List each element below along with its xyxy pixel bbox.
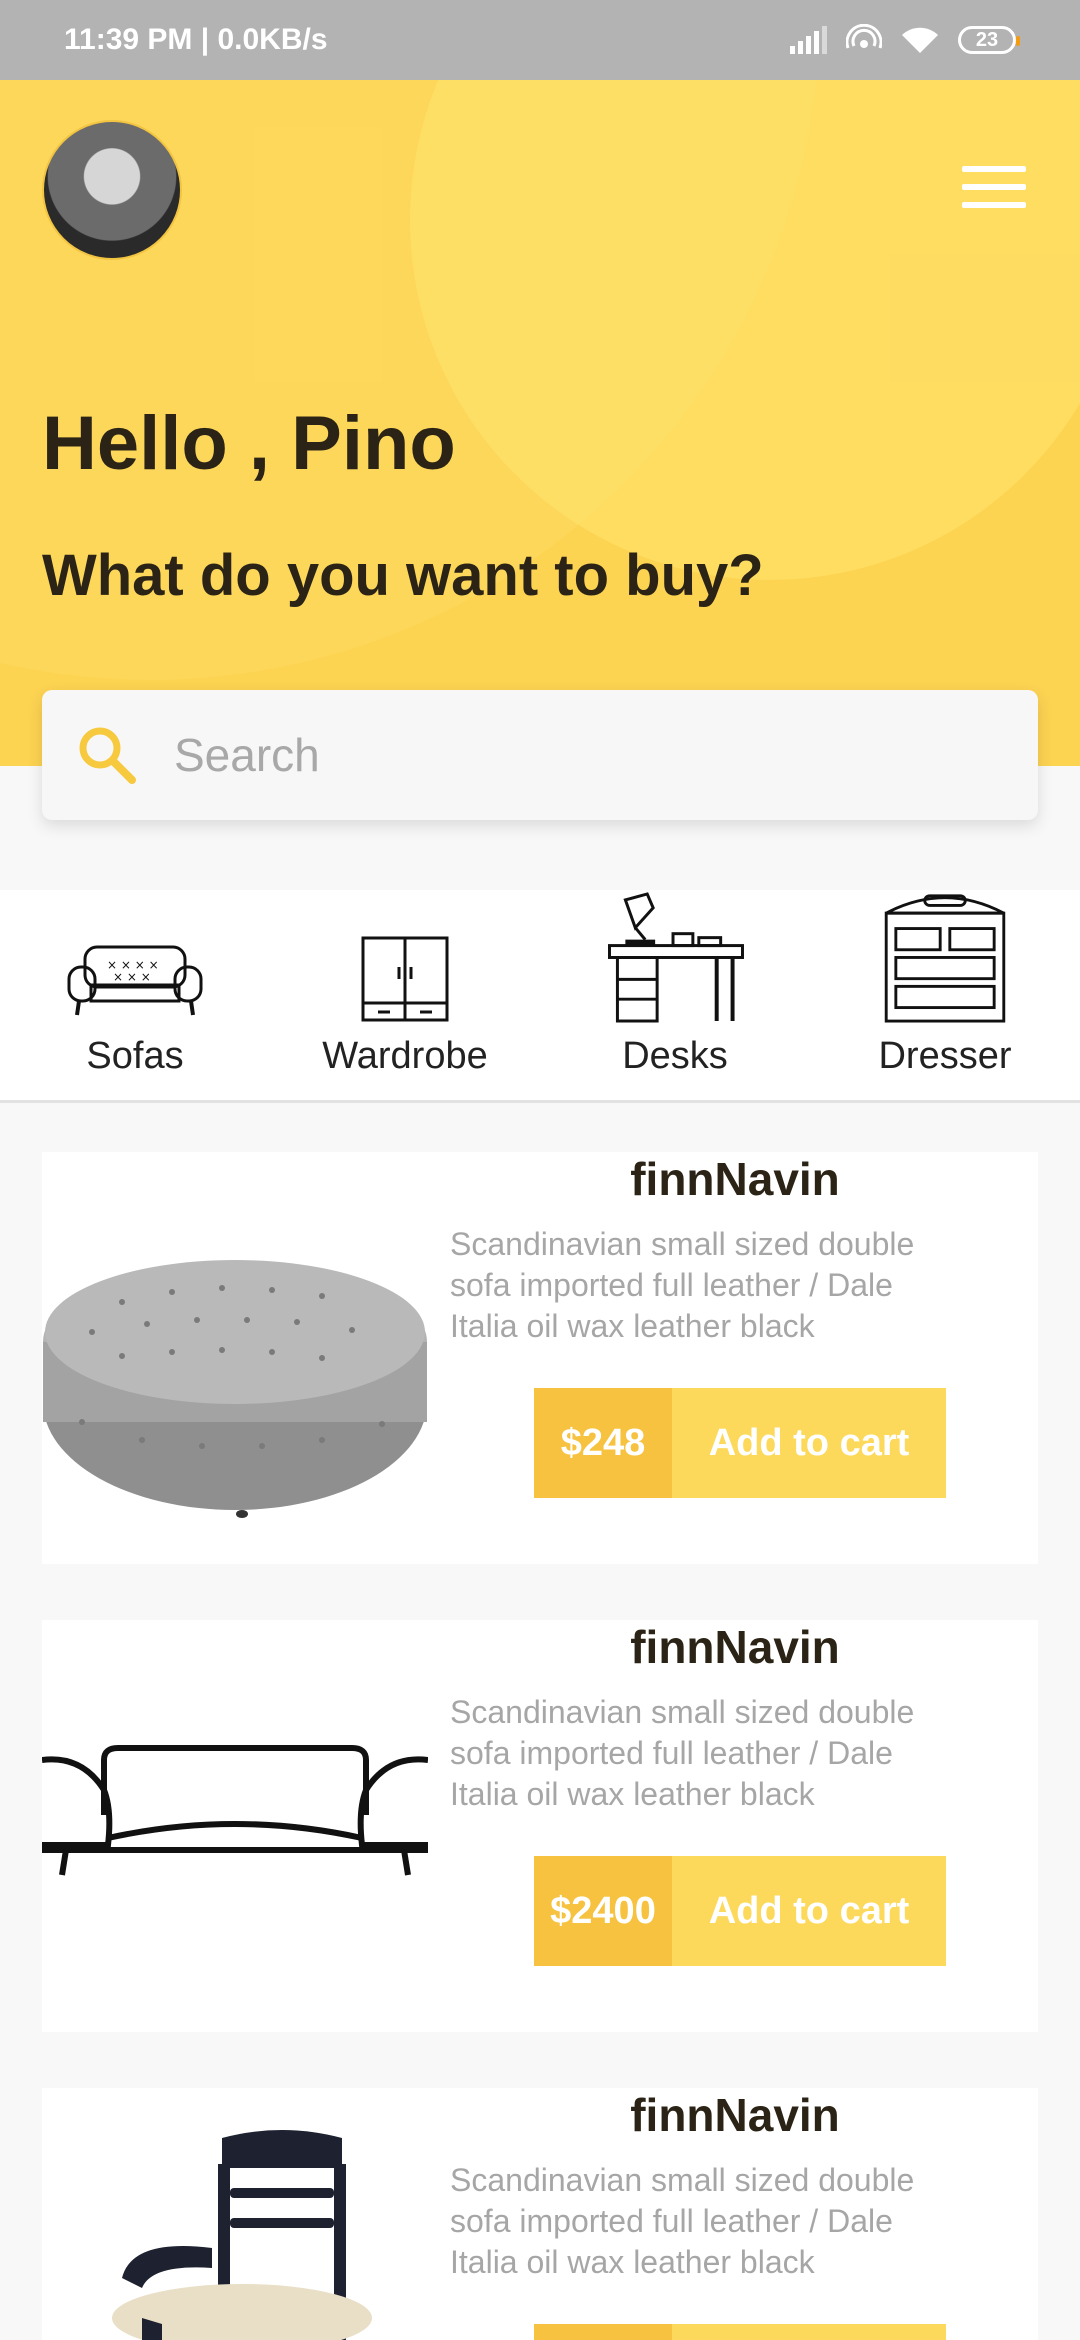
header: Hello , Pino What do you want to buy? <box>0 80 1080 766</box>
tufted-ottoman-image <box>43 1260 427 1518</box>
dresser-icon <box>884 894 1006 1023</box>
desk-icon <box>608 892 744 1023</box>
category-label: Wardrobe <box>322 1035 488 1077</box>
search-icon <box>79 727 136 784</box>
search-bar[interactable] <box>42 690 1038 820</box>
category-dresser[interactable]: Dresser <box>810 890 1080 1100</box>
greeting: Hello , Pino <box>42 401 456 486</box>
battery-level: 23 <box>975 28 999 51</box>
product-description: Scandinavian small sized double sofa imp… <box>450 1226 915 1344</box>
product-description: Scandinavian small sized double sofa imp… <box>450 2162 915 2280</box>
category-bar: × × × × × × × Sofas Wardrobe Desks Dress… <box>0 890 1080 1103</box>
price-cart-group: $248 Add to cart <box>534 1388 946 1498</box>
svg-text:× × ×: × × × <box>113 970 151 984</box>
sofa-outline-image <box>42 1745 428 1876</box>
signal-icon <box>790 26 827 54</box>
category-label: Desks <box>622 1035 728 1077</box>
status-icons: 23 <box>788 24 1020 56</box>
wardrobe-icon <box>361 936 449 1022</box>
page-prompt: What do you want to buy? <box>42 543 764 608</box>
product-title: finnNavin <box>630 1621 840 1673</box>
sofa-icon: × × × × × × × <box>67 945 203 1016</box>
product-card[interactable]: finnNavin Scandinavian small sized doubl… <box>42 1152 1038 1564</box>
wifi-icon <box>902 27 938 53</box>
category-desks[interactable]: Desks <box>540 890 810 1100</box>
menu-icon[interactable] <box>962 166 1026 212</box>
add-to-cart-button[interactable] <box>672 2324 946 2340</box>
avatar[interactable] <box>42 120 182 260</box>
hotspot-icon <box>846 24 882 49</box>
carved-chair-image <box>112 2130 372 2340</box>
category-sofas[interactable]: × × × × × × × Sofas <box>0 890 270 1100</box>
category-label: Dresser <box>878 1035 1012 1077</box>
status-time-speed: 11:39 PM | 0.0KB/s <box>64 23 328 56</box>
battery-icon: 23 <box>958 26 1020 54</box>
product-price: $2400 <box>534 1856 672 1966</box>
product-description: Scandinavian small sized double sofa imp… <box>450 1694 915 1812</box>
search-input[interactable] <box>172 727 996 783</box>
category-wardrobe[interactable]: Wardrobe <box>270 890 540 1100</box>
category-label: Sofas <box>86 1035 184 1077</box>
product-card[interactable]: finnNavin Scandinavian small sized doubl… <box>42 2088 1038 2340</box>
product-title: finnNavin <box>630 1153 840 1205</box>
status-bar: 11:39 PM | 0.0KB/s 23 <box>0 0 1080 80</box>
product-title: finnNavin <box>630 2089 840 2141</box>
price-cart-group <box>534 2324 946 2340</box>
add-to-cart-button[interactable]: Add to cart <box>672 1856 946 1966</box>
product-price: $248 <box>534 1388 672 1498</box>
price-cart-group: $2400 Add to cart <box>534 1856 946 1966</box>
product-price <box>534 2324 672 2340</box>
add-to-cart-button[interactable]: Add to cart <box>672 1388 946 1498</box>
product-card[interactable]: finnNavin Scandinavian small sized doubl… <box>42 1620 1038 2032</box>
